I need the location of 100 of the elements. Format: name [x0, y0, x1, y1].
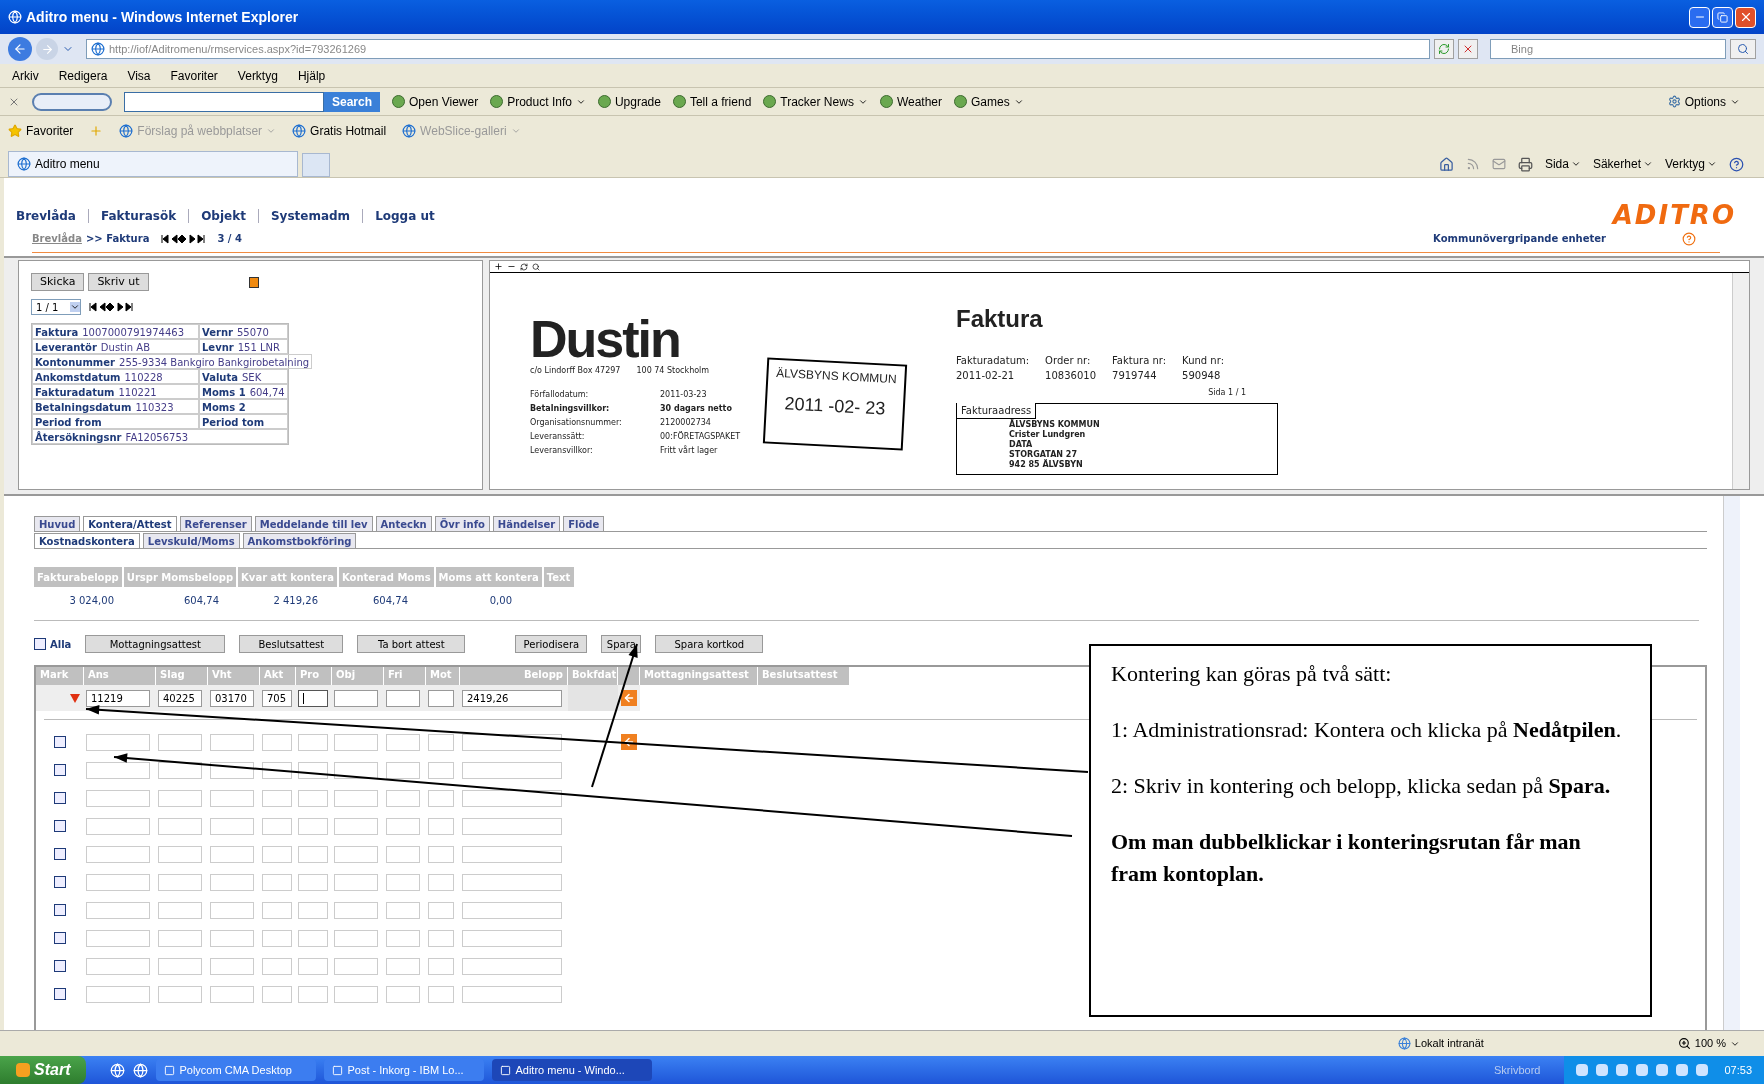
tab[interactable]: Övr info	[434, 516, 490, 531]
help-icon[interactable]	[1682, 231, 1696, 246]
tab[interactable]: Anteckn	[375, 516, 432, 531]
nav-link[interactable]: Objekt	[201, 206, 246, 225]
toolbar-item[interactable]: Product Info	[490, 92, 586, 111]
panel-button[interactable]: Skriv ut	[88, 273, 149, 291]
favorites-button[interactable]: Favoriter	[8, 122, 74, 140]
taskbar-button[interactable]: Aditro menu - Windo...	[492, 1059, 653, 1081]
taskbar-button[interactable]: Polycom CMA Desktop	[156, 1059, 317, 1081]
rotate-icon[interactable]	[520, 262, 528, 271]
menu-item[interactable]: Visa	[127, 66, 151, 85]
home-icon[interactable]	[1438, 156, 1454, 172]
print-icon[interactable]	[1517, 156, 1533, 172]
row-checkbox[interactable]	[54, 764, 66, 776]
restore-button[interactable]	[1712, 6, 1733, 28]
tab[interactable]: Meddelande till lev	[254, 516, 373, 531]
select-all-checkbox[interactable]	[34, 638, 46, 650]
tab[interactable]: Händelser	[492, 516, 561, 531]
scrollbar[interactable]	[1723, 496, 1740, 1030]
tray-icon[interactable]	[1696, 1064, 1709, 1076]
nav-link[interactable]: Fakturasök	[100, 206, 177, 225]
row-checkbox[interactable]	[54, 904, 66, 916]
search-field[interactable]: Bing	[1490, 39, 1726, 59]
back-button[interactable]	[8, 37, 32, 61]
toolbar-search-button[interactable]: Search	[324, 91, 381, 112]
entry-field[interactable]: 40225	[158, 689, 202, 707]
row-checkbox[interactable]	[54, 960, 66, 972]
expand-icon[interactable]	[248, 276, 259, 288]
tab[interactable]: Levskuld/Moms	[142, 533, 240, 548]
tray-icon[interactable]	[1676, 1064, 1689, 1076]
nav-link[interactable]: Brevlåda	[16, 206, 76, 225]
command-menu[interactable]: Säkerhet	[1592, 155, 1653, 173]
entry-field[interactable]	[334, 689, 378, 707]
quick-launch-icon[interactable]	[110, 1062, 126, 1078]
add-favorite-icon[interactable]	[89, 124, 104, 138]
entry-field[interactable]	[386, 689, 420, 707]
toolbar-item[interactable]: Weather	[879, 92, 943, 111]
command-menu[interactable]: Verktyg	[1664, 155, 1717, 173]
entry-field[interactable]: 11219	[86, 689, 150, 707]
left-arrow-button[interactable]	[621, 690, 637, 706]
entry-field[interactable]	[298, 689, 328, 707]
refresh-button[interactable]	[1434, 39, 1454, 59]
record-navigation-icon[interactable]	[161, 233, 206, 244]
menu-item[interactable]: Hjälp	[297, 66, 326, 85]
feed-icon[interactable]	[1465, 157, 1480, 171]
row-checkbox[interactable]	[54, 792, 66, 804]
taskbar-button[interactable]: Post - Inkorg - IBM Lo...	[324, 1059, 485, 1081]
tab[interactable]: Referenser	[179, 516, 252, 531]
panel-button[interactable]: Skicka	[31, 273, 85, 291]
action-button[interactable]: Ta bort attest	[357, 635, 466, 653]
row-checkbox[interactable]	[54, 736, 66, 748]
menu-item[interactable]: Redigera	[58, 66, 108, 85]
menu-item[interactable]: Favoriter	[170, 66, 218, 85]
action-button[interactable]: Periodisera	[515, 635, 588, 653]
search-icon[interactable]	[532, 262, 540, 271]
stop-button[interactable]	[1458, 39, 1478, 59]
options-menu[interactable]: Options	[1667, 92, 1740, 111]
mail-icon[interactable]	[1491, 157, 1506, 171]
action-button[interactable]: Spara kortkod	[655, 635, 764, 653]
toolbar-item[interactable]: Tell a friend	[672, 92, 752, 111]
tray-icon[interactable]	[1656, 1064, 1669, 1076]
toolbar-item[interactable]: Open Viewer	[392, 92, 479, 111]
row-checkbox[interactable]	[54, 820, 66, 832]
toolbar-item[interactable]: Tracker News	[763, 92, 868, 111]
page-select[interactable]: 1 / 1	[31, 299, 81, 315]
nav-link[interactable]: Systemadm	[270, 206, 351, 225]
zoom-in-icon[interactable]	[494, 262, 503, 271]
row-checkbox[interactable]	[54, 988, 66, 1000]
action-button[interactable]: Mottagningsattest	[85, 635, 226, 653]
nav-link[interactable]: Logga ut	[375, 206, 435, 225]
record-navigation-icon[interactable]	[89, 302, 133, 312]
entry-field[interactable]	[428, 689, 454, 707]
command-menu[interactable]: Sida	[1544, 155, 1581, 173]
action-button[interactable]: Beslutsattest	[239, 635, 344, 653]
toolbar-search-field[interactable]	[124, 91, 324, 112]
entry-field[interactable]: 705	[262, 689, 292, 707]
zoom-level[interactable]: 100 %	[1677, 1035, 1740, 1052]
scrollbar[interactable]	[1732, 273, 1749, 489]
favorites-item[interactable]: Gratis Hotmail	[292, 122, 387, 140]
row-checkbox[interactable]	[54, 932, 66, 944]
start-button[interactable]: Start	[0, 1056, 87, 1084]
tray-icon[interactable]	[1636, 1064, 1649, 1076]
entry-field[interactable]: 03170	[210, 689, 254, 707]
tab[interactable]: Kostnadskontera	[34, 533, 140, 548]
action-button[interactable]: Spara	[601, 635, 642, 653]
close-button[interactable]	[1735, 6, 1756, 28]
quick-launch-icon[interactable]	[133, 1062, 149, 1078]
tab[interactable]: Flöde	[563, 516, 605, 531]
browser-tab[interactable]: Aditro menu	[8, 151, 298, 177]
tray-icon[interactable]	[1616, 1064, 1629, 1076]
down-arrow-button[interactable]	[70, 693, 80, 703]
row-checkbox[interactable]	[54, 848, 66, 860]
search-button[interactable]	[1730, 39, 1756, 59]
new-tab-button[interactable]	[302, 153, 330, 177]
toolbar-item[interactable]: Upgrade	[597, 92, 661, 111]
forward-button[interactable]	[36, 38, 58, 60]
tray-icon[interactable]	[1596, 1064, 1609, 1076]
tab[interactable]: Huvud	[34, 516, 81, 531]
entry-field[interactable]: 2419,26	[462, 689, 562, 707]
address-field[interactable]: http://iof/Aditromenu/rmservices.aspx?id=793261269	[86, 39, 1430, 59]
